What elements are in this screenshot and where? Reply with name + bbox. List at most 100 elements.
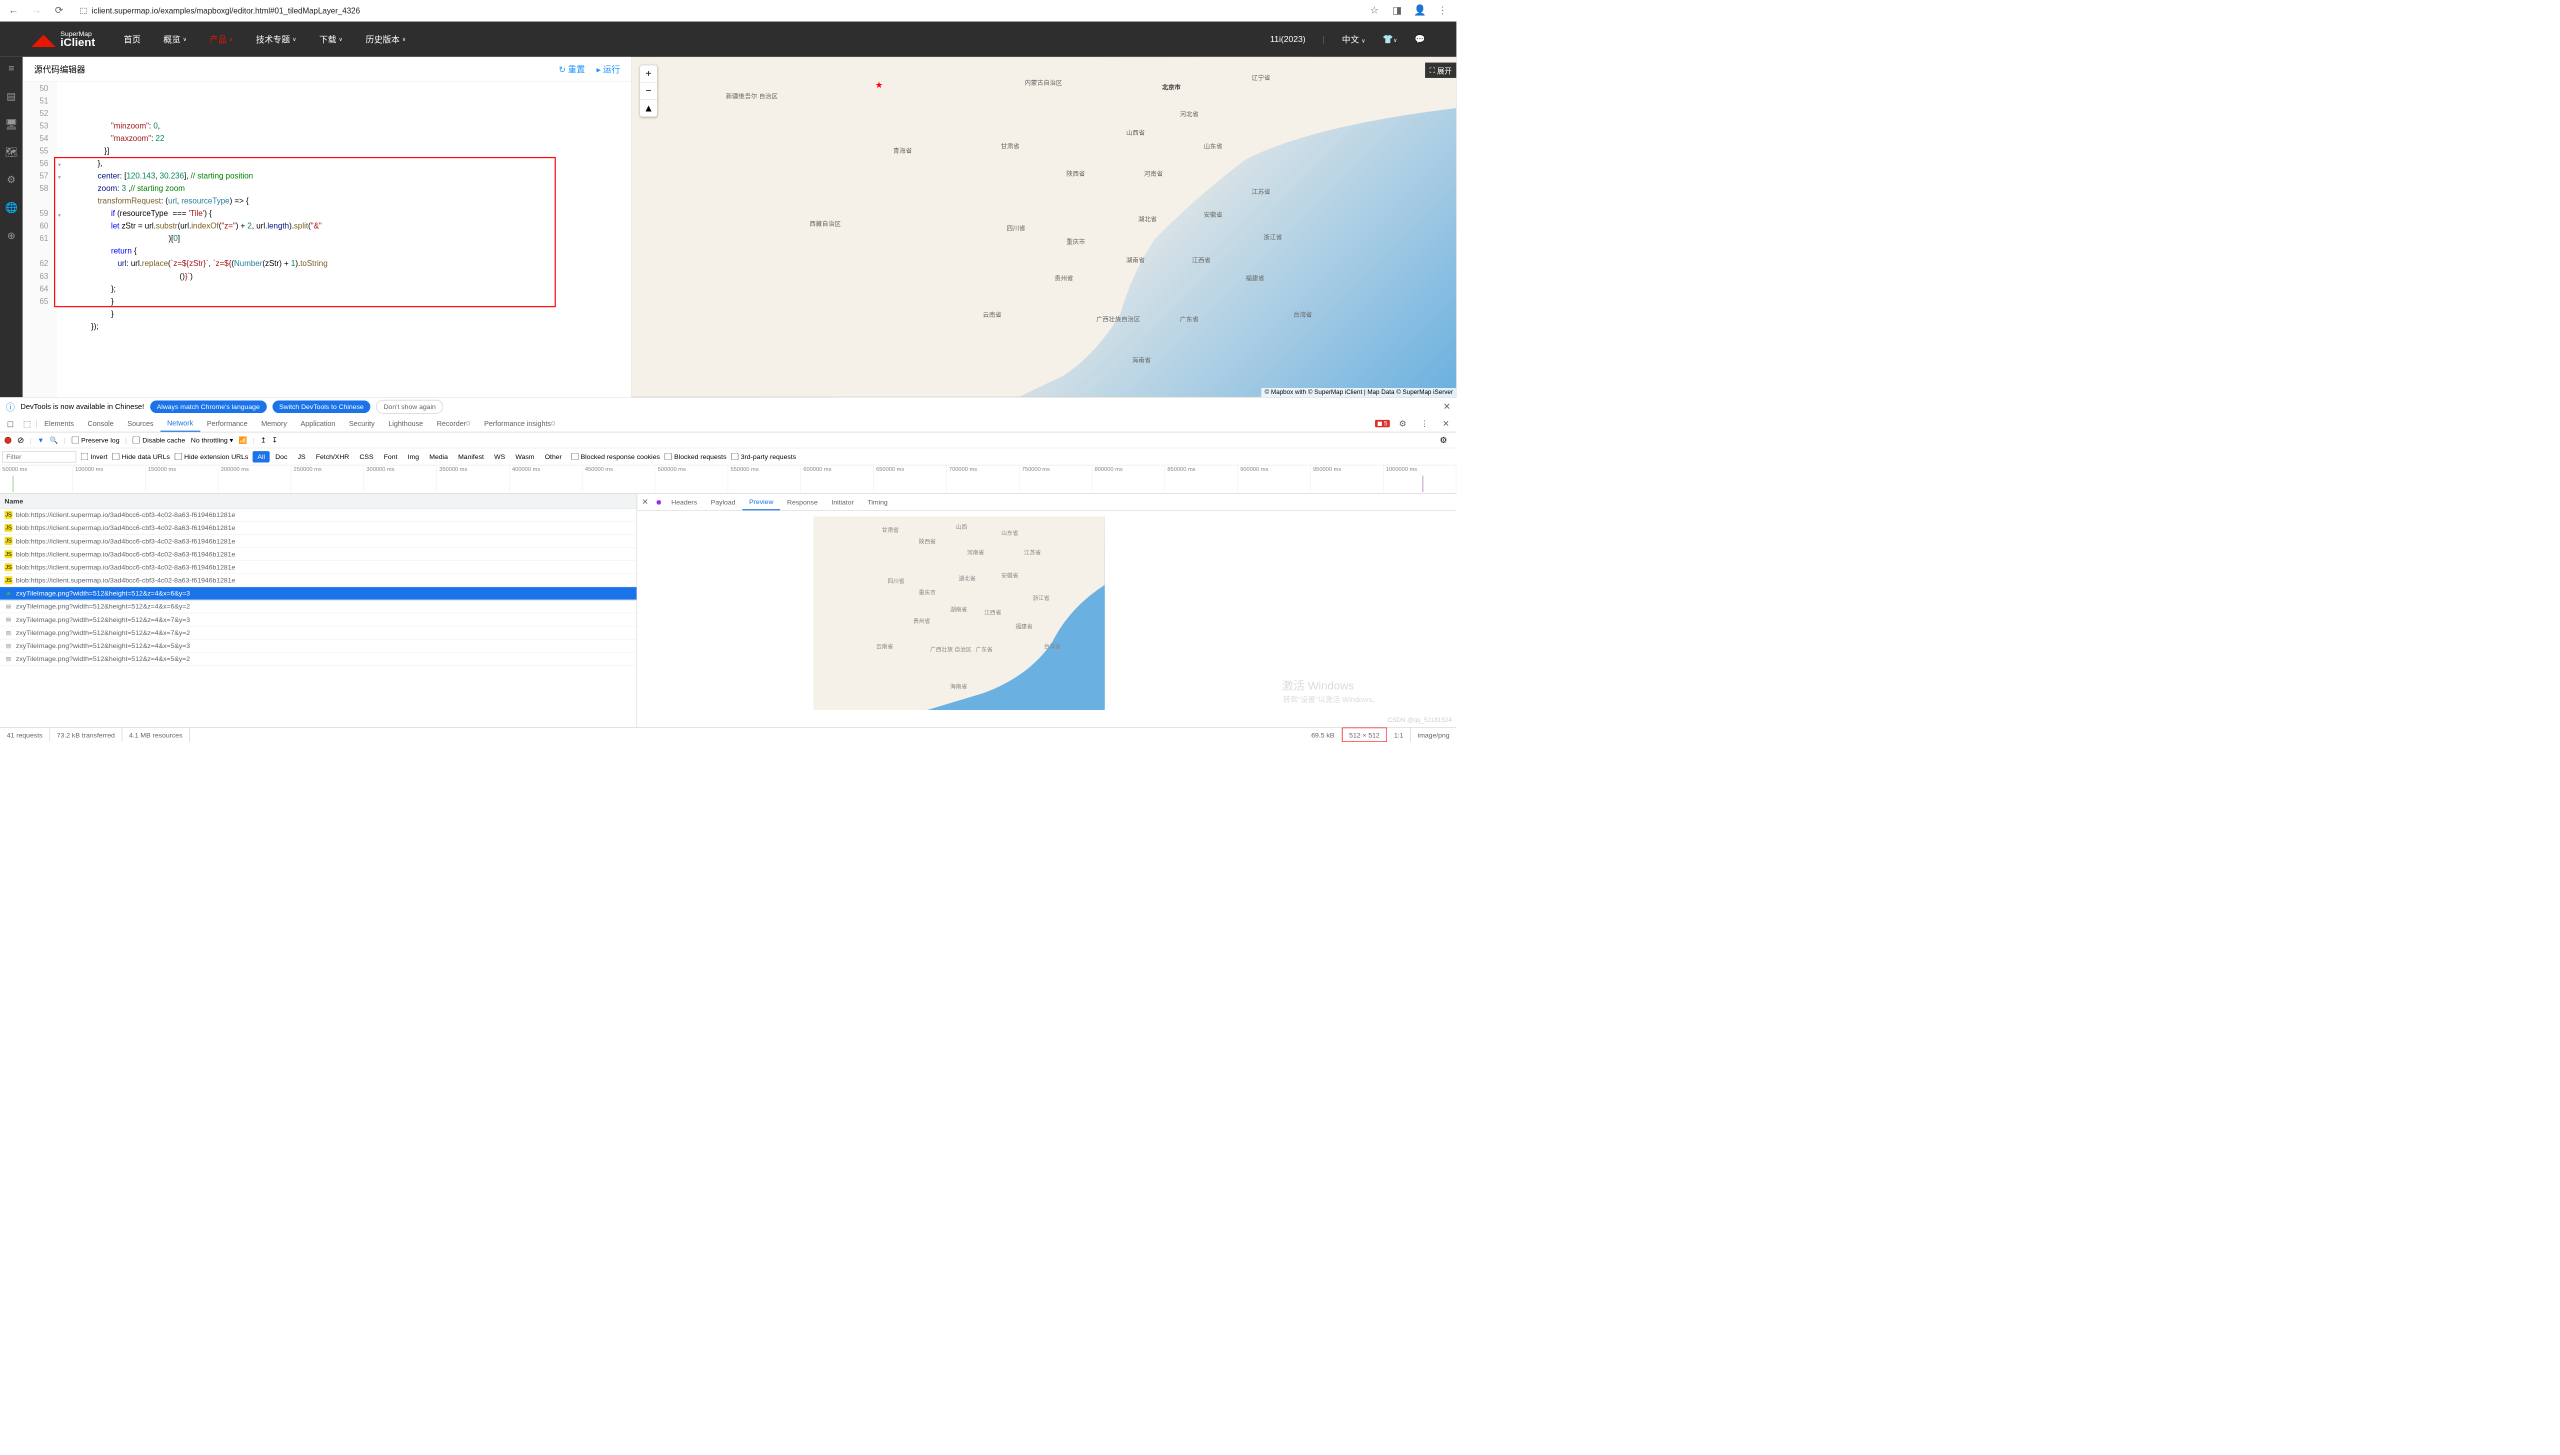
request-row[interactable]: JSblob:https://iclient.supermap.io/3ad4b… [0, 509, 637, 522]
filter-type-css[interactable]: CSS [355, 451, 378, 462]
filter-type-wasm[interactable]: Wasm [511, 451, 539, 462]
wifi-icon[interactable]: 📶 [239, 436, 248, 444]
request-row[interactable]: ▤zxyTileImage.png?width=512&height=512&z… [0, 600, 637, 613]
filter-type-all[interactable]: All [253, 451, 270, 462]
preview-tab-initiator[interactable]: Initiator [825, 494, 861, 510]
upload-icon[interactable]: ↥ [260, 436, 266, 444]
filter-type-doc[interactable]: Doc [271, 451, 292, 462]
throttle-dropdown[interactable]: No throttling ▾ [191, 436, 233, 444]
search-icon[interactable]: 🔍 [50, 436, 59, 444]
filter-type-ws[interactable]: WS [490, 451, 510, 462]
switch-chinese-button[interactable]: Switch DevTools to Chinese [272, 400, 370, 413]
close-notice-icon[interactable]: ✕ [1443, 401, 1451, 412]
code-editor[interactable]: 505152535455565758 596061 62636465 "minz… [23, 82, 632, 397]
request-row[interactable]: ▤zxyTileImage.png?width=512&height=512&z… [0, 613, 637, 626]
blocked-req-checkbox[interactable]: Blocked requests [664, 453, 726, 461]
settings-icon[interactable]: ⚙ [1394, 418, 1411, 428]
sidebar-settings-icon[interactable]: ⚙ [7, 174, 16, 186]
dont-show-button[interactable]: Don't show again [376, 400, 443, 414]
error-count-badge[interactable]: ◼ 5 [1375, 420, 1390, 427]
devtools-tab-console[interactable]: Console [81, 415, 121, 431]
nav-item-4[interactable]: 下载 ∨ [319, 33, 343, 45]
sidebar-layers-icon[interactable]: ▤ [7, 90, 17, 102]
nav-item-0[interactable]: 首页 [124, 33, 141, 45]
sidebar-globe-icon[interactable]: 🌐 [5, 202, 18, 214]
logo[interactable]: ◢◣ SuperMap iClient [31, 30, 95, 49]
language-dropdown[interactable]: 中文 ∨ [1342, 33, 1366, 45]
close-devtools-icon[interactable]: ✕ [1438, 418, 1454, 428]
filter-type-img[interactable]: Img [403, 451, 423, 462]
filter-type-other[interactable]: Other [540, 451, 566, 462]
feedback-icon[interactable]: 💬 [1414, 34, 1425, 44]
preview-tab-preview[interactable]: Preview [742, 494, 780, 510]
always-match-button[interactable]: Always match Chrome's language [150, 400, 267, 413]
blocked-cookies-checkbox[interactable]: Blocked response cookies [571, 453, 660, 461]
extension-icon[interactable]: ◨ [1389, 3, 1405, 19]
address-bar[interactable]: ⬚ iclient.supermap.io/examples/mapboxgl/… [74, 3, 1360, 17]
devtools-tab-network[interactable]: Network [160, 415, 200, 431]
network-timeline[interactable]: 50000 ms100000 ms150000 ms200000 ms25000… [0, 465, 1456, 493]
devtools-tab-sources[interactable]: Sources [121, 415, 161, 431]
download-icon[interactable]: ↧ [272, 436, 278, 444]
devtools-tab-lighthouse[interactable]: Lighthouse [382, 415, 430, 431]
run-button[interactable]: ▸ 运行 [596, 63, 620, 75]
close-preview-icon[interactable]: ✕ [637, 497, 653, 507]
profile-icon[interactable]: 👤 [1412, 3, 1428, 19]
invert-checkbox[interactable]: Invert [81, 453, 108, 461]
star-icon[interactable]: ☆ [1366, 3, 1382, 19]
disable-cache-checkbox[interactable]: Disable cache [133, 436, 186, 444]
map-preview[interactable]: 新疆维吾尔 自治区内蒙古自治区北京市辽宁省河北省山西省青海省西藏自治区甘肃省陕西… [631, 57, 1456, 397]
record-button[interactable] [5, 437, 12, 444]
filter-type-manifest[interactable]: Manifest [454, 451, 489, 462]
request-row[interactable]: JSblob:https://iclient.supermap.io/3ad4b… [0, 535, 637, 548]
request-row[interactable]: ▤zxyTileImage.png?width=512&height=512&z… [0, 639, 637, 652]
devtools-tab-performance[interactable]: Performance [200, 415, 254, 431]
devtools-tab-application[interactable]: Application [294, 415, 342, 431]
clear-button[interactable]: ⊘ [17, 435, 24, 445]
request-row[interactable]: JSblob:https://iclient.supermap.io/3ad4b… [0, 561, 637, 574]
reset-button[interactable]: ↻ 重置 [559, 63, 586, 75]
compass-button[interactable]: ▲ [640, 100, 657, 117]
expand-button[interactable]: ⛶ 展开 [1425, 63, 1456, 78]
zoom-out-button[interactable]: − [640, 82, 657, 99]
menu-icon[interactable]: ⋮ [1435, 3, 1451, 19]
preview-tab-timing[interactable]: Timing [861, 494, 895, 510]
reload-icon[interactable]: ⟳ [51, 3, 67, 19]
tshirt-icon[interactable]: 👕∨ [1383, 34, 1398, 44]
sidebar-menu-icon[interactable]: ≡ [8, 63, 14, 75]
request-row[interactable]: JSblob:https://iclient.supermap.io/3ad4b… [0, 522, 637, 535]
nav-item-2[interactable]: 产品 ∨ [210, 33, 234, 45]
devtools-tab-performance insights[interactable]: Performance insights ⬡ [477, 415, 562, 431]
nav-item-5[interactable]: 历史版本 ∨ [366, 33, 407, 45]
back-icon[interactable]: ← [6, 3, 22, 19]
sidebar-monitor-icon[interactable]: 🖥 [5, 118, 18, 130]
devtools-tab-security[interactable]: Security [342, 415, 381, 431]
preserve-log-checkbox[interactable]: Preserve log [71, 436, 119, 444]
devtools-tab-recorder[interactable]: Recorder ⬡ [430, 415, 477, 431]
preview-tab-response[interactable]: Response [780, 494, 824, 510]
filter-type-js[interactable]: JS [293, 451, 310, 462]
filter-input[interactable] [2, 451, 76, 462]
network-settings-icon[interactable]: ⚙ [1435, 435, 1452, 445]
nav-item-1[interactable]: 概览 ∨ [163, 33, 187, 45]
third-party-checkbox[interactable]: 3rd-party requests [731, 453, 796, 461]
filter-toggle-icon[interactable]: ▼ [37, 436, 44, 444]
site-info-icon[interactable]: ⬚ [80, 6, 88, 16]
request-row[interactable]: JSblob:https://iclient.supermap.io/3ad4b… [0, 574, 637, 587]
devtools-tab-memory[interactable]: Memory [254, 415, 293, 431]
request-row[interactable]: ▤zxyTileImage.png?width=512&height=512&z… [0, 626, 637, 639]
device-icon[interactable]: ⬚ [18, 418, 35, 428]
sidebar-world-icon[interactable]: ⊕ [7, 230, 16, 242]
zoom-in-button[interactable]: + [640, 65, 657, 82]
request-list-header[interactable]: Name [0, 494, 637, 509]
devtools-tab-elements[interactable]: Elements [37, 415, 80, 431]
nav-item-3[interactable]: 技术专题 ∨ [256, 33, 297, 45]
inspect-icon[interactable]: ◻ [2, 418, 18, 428]
filter-type-media[interactable]: Media [425, 451, 453, 462]
request-row[interactable]: JSblob:https://iclient.supermap.io/3ad4b… [0, 548, 637, 561]
hide-ext-urls-checkbox[interactable]: Hide extension URLs [175, 453, 249, 461]
forward-icon[interactable]: → [28, 3, 44, 19]
preview-tab-payload[interactable]: Payload [704, 494, 742, 510]
more-icon[interactable]: ⋮ [1416, 418, 1434, 428]
sidebar-map-icon[interactable]: 🗺 [5, 146, 18, 158]
